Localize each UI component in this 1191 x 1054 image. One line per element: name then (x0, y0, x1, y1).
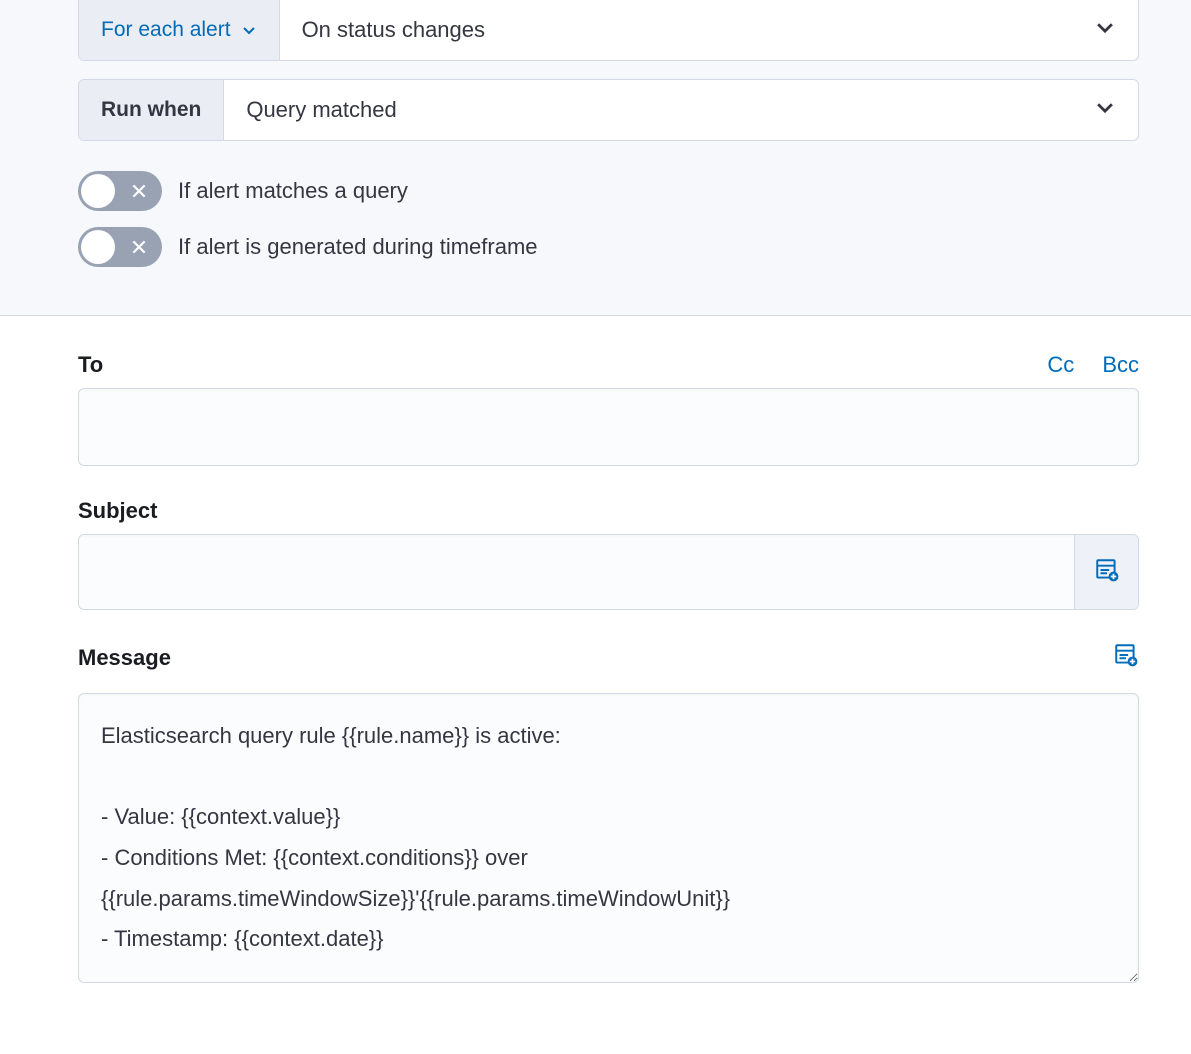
for-each-alert-select[interactable]: On status changes (280, 0, 1138, 60)
to-field-header: To Cc Bcc (78, 352, 1139, 378)
toggle-timeframe[interactable] (78, 227, 162, 267)
run-when-row: Run when Query matched (78, 79, 1139, 141)
bcc-link[interactable]: Bcc (1102, 352, 1139, 378)
run-when-value: Query matched (246, 97, 396, 123)
for-each-alert-value: On status changes (302, 17, 485, 43)
toggle-thumb (81, 230, 115, 264)
for-each-alert-label-button[interactable]: For each alert (79, 0, 280, 60)
run-when-label: Run when (79, 80, 224, 140)
chevron-down-icon (1094, 16, 1116, 44)
chevron-down-icon (241, 22, 257, 38)
index-add-icon (1094, 557, 1120, 588)
message-label: Message (78, 645, 171, 671)
subject-add-variable-button[interactable] (1074, 535, 1138, 609)
index-add-icon (1113, 642, 1139, 673)
toggle-timeframe-row: If alert is generated during timeframe (78, 227, 1139, 267)
message-header: Message (78, 642, 1139, 673)
to-label: To (78, 352, 103, 378)
cc-link[interactable]: Cc (1047, 352, 1074, 378)
message-add-variable-button[interactable] (1113, 642, 1139, 673)
subject-label: Subject (78, 498, 1139, 524)
x-icon (130, 238, 148, 256)
message-textarea[interactable] (78, 693, 1139, 983)
for-each-alert-label-text: For each alert (101, 18, 231, 42)
toggle-timeframe-label: If alert is generated during timeframe (178, 234, 538, 260)
toggle-query-match-label: If alert matches a query (178, 178, 408, 204)
toggle-thumb (81, 174, 115, 208)
chevron-down-icon (1094, 96, 1116, 124)
subject-input[interactable] (79, 535, 1074, 609)
subject-row (78, 534, 1139, 610)
toggle-query-match[interactable] (78, 171, 162, 211)
toggle-query-match-row: If alert matches a query (78, 171, 1139, 211)
to-input[interactable] (78, 388, 1139, 466)
for-each-alert-row: For each alert On status changes (78, 0, 1139, 61)
x-icon (130, 182, 148, 200)
run-when-select[interactable]: Query matched (224, 80, 1138, 140)
